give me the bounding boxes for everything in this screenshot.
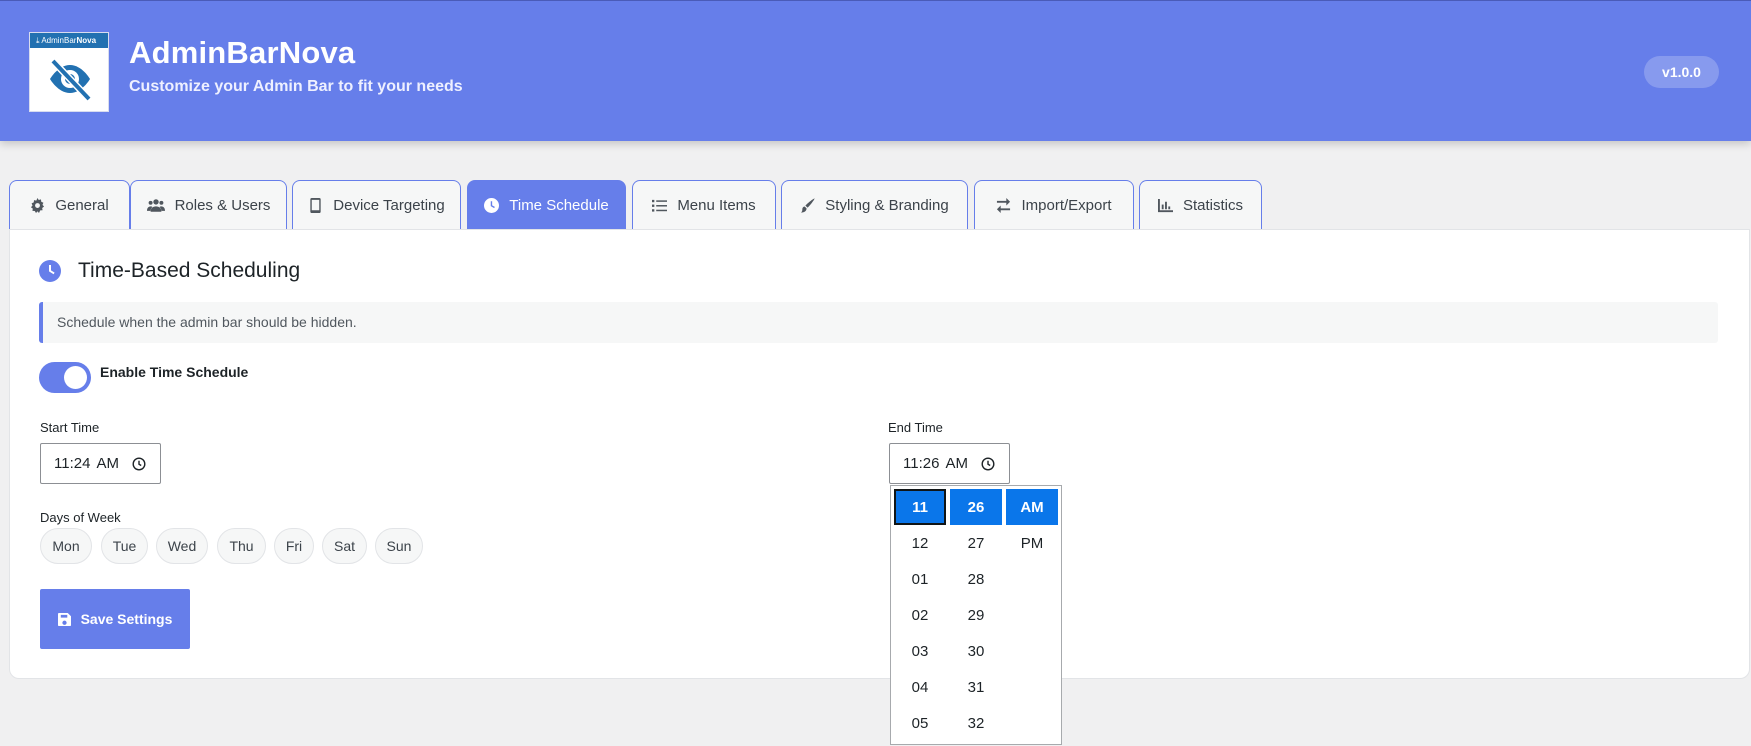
- minute-column: 26 27 28 29 30 31 32: [950, 489, 1002, 741]
- tab-time-schedule[interactable]: Time Schedule: [467, 180, 626, 230]
- day-chip-sun[interactable]: Sun: [375, 528, 423, 564]
- tab-import-export[interactable]: Import/Export: [974, 180, 1134, 230]
- section-title: Time-Based Scheduling: [78, 259, 301, 282]
- day-chip-tue[interactable]: Tue: [101, 528, 148, 564]
- save-settings-label: Save Settings: [80, 611, 173, 627]
- logo-band-prefix: AdminBar: [41, 36, 77, 45]
- tab-roles-users[interactable]: Roles & Users: [130, 180, 287, 230]
- day-chip-sat[interactable]: Sat: [322, 528, 367, 564]
- hour-option[interactable]: 11: [894, 489, 946, 525]
- hour-column: 11 12 01 02 03 04 05: [894, 489, 946, 741]
- tab-label: Device Targeting: [333, 197, 445, 214]
- brush-icon: [801, 198, 815, 213]
- version-badge: v1.0.0: [1644, 56, 1719, 88]
- meridiem-option[interactable]: AM: [1006, 489, 1058, 525]
- clock-icon[interactable]: [132, 457, 146, 471]
- meridiem-option[interactable]: PM: [1006, 525, 1058, 561]
- start-time-meridiem: AM: [96, 455, 119, 472]
- eye-slash-icon: [50, 58, 92, 102]
- minute-option[interactable]: 29: [950, 597, 1002, 633]
- start-time-label: Start Time: [40, 420, 100, 435]
- tab-label: Statistics: [1182, 197, 1243, 214]
- tab-label: Styling & Branding: [825, 197, 949, 214]
- plugin-header: ⤓ AdminBarNova AdminBarNova Customize yo…: [0, 0, 1751, 141]
- end-time-value: 11:26: [903, 455, 940, 472]
- day-chip-mon[interactable]: Mon: [40, 528, 92, 564]
- minute-option[interactable]: 32: [950, 705, 1002, 741]
- minute-option[interactable]: 26: [950, 489, 1002, 525]
- end-time-meridiem: AM: [945, 455, 968, 472]
- tab-general[interactable]: General: [9, 180, 130, 230]
- app-title: AdminBarNova: [129, 35, 356, 70]
- minute-option[interactable]: 30: [950, 633, 1002, 669]
- tab-label: Roles & Users: [174, 197, 271, 214]
- enable-schedule-toggle[interactable]: [39, 362, 91, 393]
- hour-option[interactable]: 04: [894, 669, 946, 705]
- logo-band-suffix: Nova: [76, 36, 97, 45]
- start-time-value: 11:24: [54, 455, 91, 472]
- hour-option[interactable]: 12: [894, 525, 946, 561]
- gear-icon: [31, 198, 45, 213]
- clock-icon: [484, 198, 500, 213]
- tab-statistics[interactable]: Statistics: [1139, 180, 1262, 230]
- day-chip-thu[interactable]: Thu: [217, 528, 266, 564]
- minute-option[interactable]: 27: [950, 525, 1002, 561]
- toggle-knob: [64, 366, 87, 389]
- mobile-icon: [310, 198, 321, 213]
- list-icon: [652, 199, 668, 212]
- meridiem-column: AM PM: [1006, 489, 1058, 561]
- logo-band: ⤓ AdminBarNova: [30, 33, 108, 48]
- tab-menu-items[interactable]: Menu Items: [632, 180, 776, 230]
- settings-panel: [9, 229, 1750, 679]
- days-of-week-label: Days of Week: [40, 510, 121, 525]
- hour-option[interactable]: 02: [894, 597, 946, 633]
- app-subtitle: Customize your Admin Bar to fit your nee…: [129, 78, 463, 95]
- tab-label: Menu Items: [677, 197, 756, 214]
- start-time-input[interactable]: 11:24 AM: [40, 443, 161, 484]
- info-notice: Schedule when the admin bar should be hi…: [39, 302, 1718, 343]
- end-time-label: End Time: [888, 420, 943, 435]
- chart-icon: [1157, 198, 1173, 213]
- hour-option[interactable]: 01: [894, 561, 946, 597]
- day-chip-wed[interactable]: Wed: [156, 528, 208, 564]
- tab-label: Time Schedule: [509, 197, 609, 214]
- minute-option[interactable]: 31: [950, 669, 1002, 705]
- enable-schedule-label: Enable Time Schedule: [100, 364, 249, 380]
- hour-option[interactable]: 05: [894, 705, 946, 741]
- tab-device-targeting[interactable]: Device Targeting: [292, 180, 461, 230]
- clock-icon[interactable]: [981, 457, 995, 471]
- minute-option[interactable]: 28: [950, 561, 1002, 597]
- exchange-icon: [997, 198, 1011, 213]
- time-picker-dropdown: 11 12 01 02 03 04 05 26 27 28 29 30 31 3…: [890, 485, 1062, 745]
- plugin-logo: ⤓ AdminBarNova: [29, 32, 109, 112]
- tab-label: General: [55, 197, 109, 214]
- tab-label: Import/Export: [1021, 197, 1112, 214]
- tab-styling-branding[interactable]: Styling & Branding: [781, 180, 968, 230]
- users-icon: [146, 199, 165, 212]
- save-settings-button[interactable]: Save Settings: [40, 589, 190, 649]
- clock-icon: [39, 260, 61, 282]
- day-chip-fri[interactable]: Fri: [274, 528, 314, 564]
- hour-option[interactable]: 03: [894, 633, 946, 669]
- end-time-input[interactable]: 11:26 AM: [889, 443, 1010, 484]
- save-icon: [57, 612, 71, 626]
